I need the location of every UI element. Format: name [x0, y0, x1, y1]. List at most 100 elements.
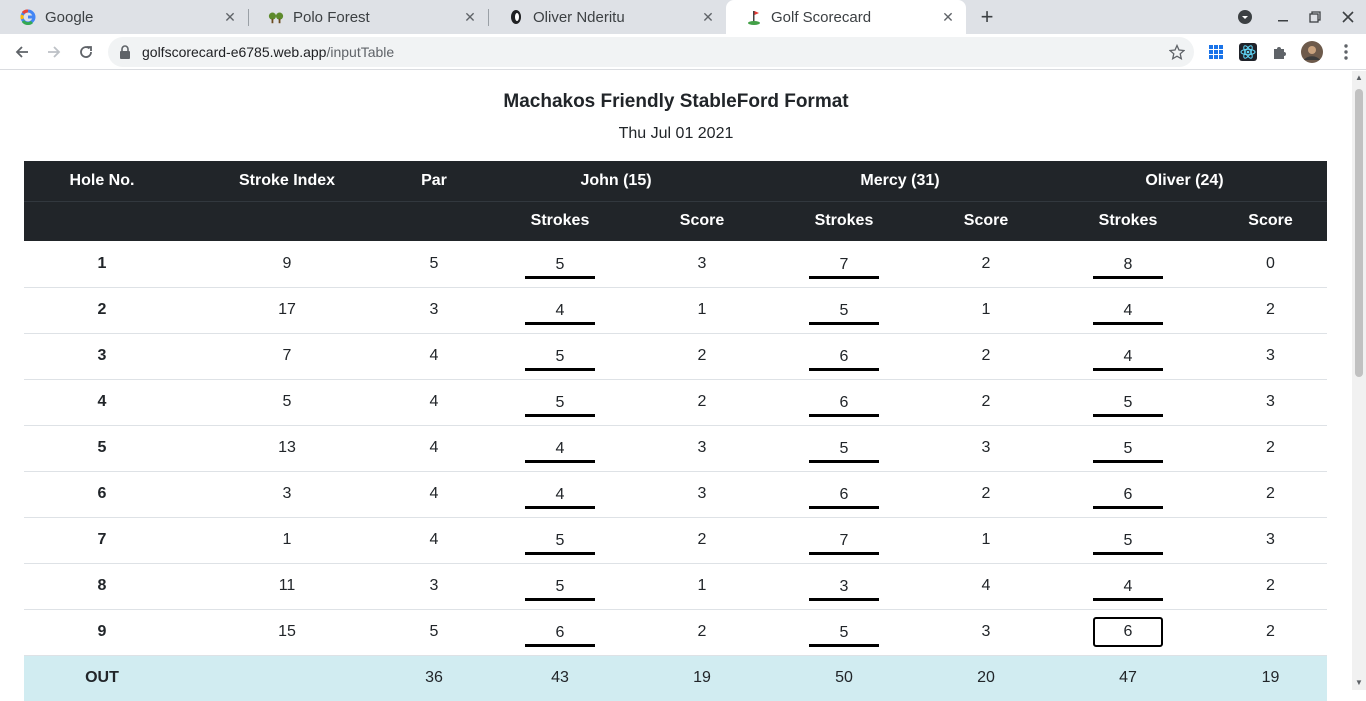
close-tab-icon[interactable]: ✕	[698, 7, 718, 27]
john-strokes-input[interactable]: 5	[525, 571, 595, 601]
par-cell: 3	[394, 563, 474, 610]
mercy-strokes-input[interactable]: 5	[809, 295, 879, 325]
john-strokes-input[interactable]: 4	[525, 295, 595, 325]
google-icon	[20, 9, 36, 25]
oliver-score-cell: 3	[1214, 333, 1327, 380]
bookmark-star-icon[interactable]	[1168, 43, 1186, 61]
mercy-strokes-input[interactable]: 7	[809, 525, 879, 555]
stroke-index-cell: 17	[180, 287, 394, 334]
tab-google[interactable]: Google ✕	[0, 0, 248, 34]
hole-number: 3	[24, 333, 180, 380]
stroke-index-cell: 7	[180, 333, 394, 380]
hole-number: 6	[24, 471, 180, 518]
forward-button[interactable]	[42, 40, 66, 64]
strokes-cell: 8	[1042, 241, 1214, 288]
john-strokes-input[interactable]: 5	[525, 525, 595, 555]
john-strokes-input[interactable]: 6	[525, 617, 595, 647]
scroll-up-arrow[interactable]: ▲	[1355, 74, 1363, 82]
tab-oliver-nderitu[interactable]: Oliver Nderitu ✕	[488, 0, 726, 34]
hole-number: 8	[24, 563, 180, 610]
oliver-strokes-input[interactable]: 5	[1093, 525, 1163, 555]
mercy-strokes-input[interactable]: 3	[809, 571, 879, 601]
restore-icon[interactable]	[1303, 6, 1327, 28]
oliver-strokes-input[interactable]: 4	[1093, 295, 1163, 325]
tab-title: Polo Forest	[293, 8, 370, 26]
mercy-score-cell: 4	[930, 563, 1042, 610]
minimize-icon[interactable]	[1271, 6, 1295, 28]
close-tab-icon[interactable]: ✕	[220, 7, 240, 27]
page-content: Machakos Friendly StableFord Format Thu …	[0, 71, 1352, 701]
john-strokes-input[interactable]: 5	[525, 387, 595, 417]
john-strokes-input[interactable]: 4	[525, 433, 595, 463]
more-menu-icon[interactable]	[1336, 42, 1356, 62]
strokes-cell: 6	[758, 379, 930, 426]
oliver-strokes-input[interactable]: 4	[1093, 571, 1163, 601]
mercy-strokes-input[interactable]: 6	[809, 387, 879, 417]
oliver-strokes-input[interactable]: 8	[1093, 249, 1163, 279]
strokes-cell: 4	[474, 471, 646, 518]
header-player-john: John (15)	[474, 161, 758, 201]
close-tab-icon[interactable]: ✕	[460, 7, 480, 27]
out-par-total: 36	[394, 655, 474, 701]
tab-search-button[interactable]	[1233, 6, 1257, 28]
oliver-strokes-input[interactable]: 6	[1093, 479, 1163, 509]
oliver-strokes-input[interactable]: 5	[1093, 387, 1163, 417]
john-strokes-input[interactable]: 5	[525, 249, 595, 279]
strokes-cell: 4	[1042, 287, 1214, 334]
john-score-cell: 3	[646, 471, 758, 518]
strokes-cell: 7	[758, 517, 930, 564]
tab-title: Google	[45, 8, 94, 26]
header-strokes: Strokes	[758, 200, 930, 241]
strokes-cell: 5	[1042, 425, 1214, 472]
new-tab-button[interactable]: +	[975, 4, 999, 29]
mercy-strokes-input[interactable]: 5	[809, 617, 879, 647]
strokes-cell: 4	[1042, 563, 1214, 610]
page-scrollbar[interactable]: ▲ ▼	[1352, 71, 1366, 690]
hole-number: 4	[24, 379, 180, 426]
strokes-cell: 5	[758, 425, 930, 472]
grid-extension-icon[interactable]	[1206, 42, 1226, 62]
tab-polo-forest[interactable]: Polo Forest ✕	[248, 0, 488, 34]
john-strokes-total: 43	[474, 655, 646, 701]
mercy-strokes-input[interactable]: 5	[809, 433, 879, 463]
react-devtools-icon[interactable]	[1238, 42, 1258, 62]
profile-avatar[interactable]	[1301, 41, 1323, 63]
oliver-score-cell: 3	[1214, 379, 1327, 426]
page-title: Machakos Friendly StableFord Format	[503, 91, 849, 112]
john-score-cell: 1	[646, 563, 758, 610]
header-player-mercy: Mercy (31)	[758, 161, 1042, 201]
close-tab-icon[interactable]: ✕	[938, 7, 958, 27]
header-strokes: Strokes	[474, 200, 646, 241]
table-row: 195537280	[24, 241, 1327, 288]
john-score-cell: 2	[646, 517, 758, 564]
scrollbar-thumb[interactable]	[1355, 89, 1363, 377]
reload-button[interactable]	[74, 40, 98, 64]
strokes-cell: 5	[474, 563, 646, 610]
oliver-strokes-input[interactable]: 4	[1093, 341, 1163, 371]
table-row: 454526253	[24, 379, 1327, 426]
lock-icon[interactable]	[118, 45, 132, 59]
tab-golf-scorecard[interactable]: Golf Scorecard ✕	[726, 0, 966, 34]
scorecard-table: Hole No. Stroke Index Par John (15) Merc…	[24, 161, 1327, 701]
close-window-icon[interactable]	[1336, 6, 1360, 28]
strokes-cell: 5	[474, 241, 646, 288]
extensions-puzzle-icon[interactable]	[1270, 42, 1290, 62]
oliver-strokes-input[interactable]: 5	[1093, 433, 1163, 463]
john-strokes-input[interactable]: 5	[525, 341, 595, 371]
header-hole-no: Hole No.	[24, 161, 180, 201]
mercy-strokes-input[interactable]: 7	[809, 249, 879, 279]
scroll-down-arrow[interactable]: ▼	[1355, 679, 1363, 687]
strokes-cell: 7	[758, 241, 930, 288]
john-score-cell: 2	[646, 609, 758, 656]
john-score-cell: 2	[646, 333, 758, 380]
mercy-strokes-input[interactable]: 6	[809, 341, 879, 371]
mercy-strokes-input[interactable]: 6	[809, 479, 879, 509]
oliver-score-cell: 2	[1214, 425, 1327, 472]
john-strokes-input[interactable]: 4	[525, 479, 595, 509]
back-button[interactable]	[10, 40, 34, 64]
strokes-cell: 4	[1042, 333, 1214, 380]
strokes-cell: 5	[474, 517, 646, 564]
header-score: Score	[930, 200, 1042, 241]
oliver-strokes-input[interactable]: 6	[1093, 617, 1163, 647]
address-bar[interactable]: golfscorecard-e6785.web.app/inputTable	[108, 37, 1194, 67]
